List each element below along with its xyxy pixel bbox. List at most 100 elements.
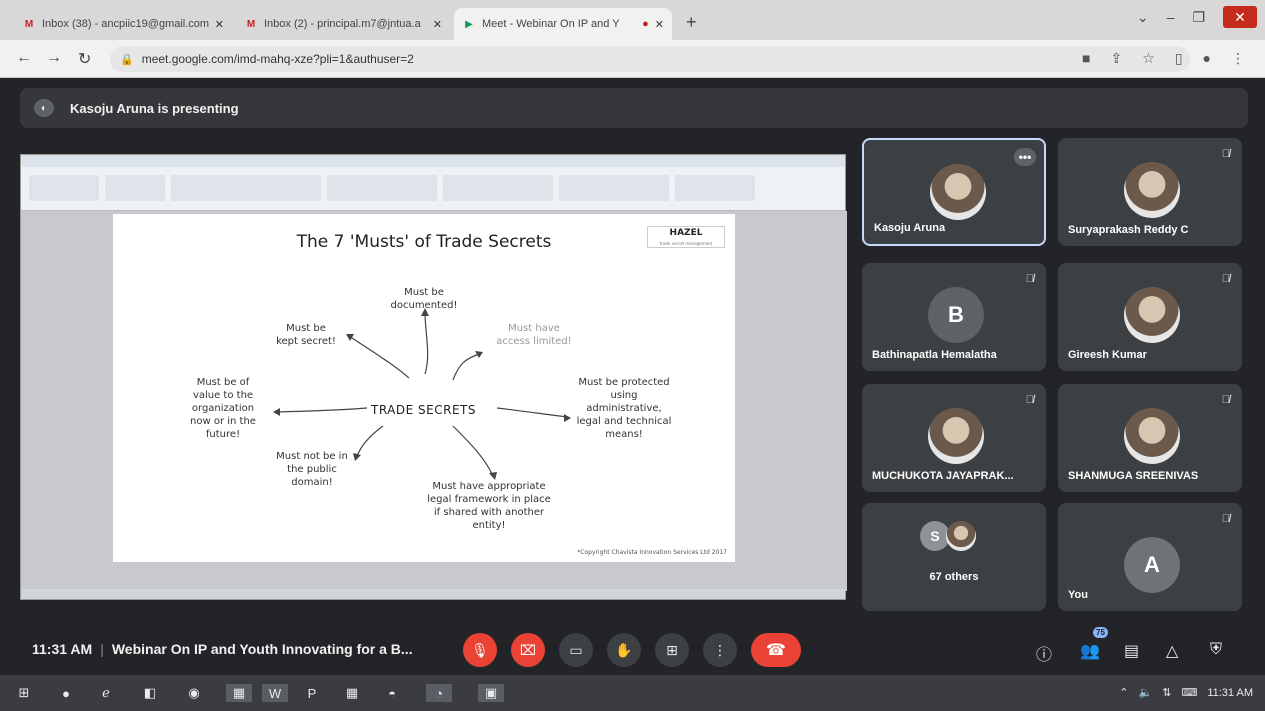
app-icon[interactable]: ▣: [478, 684, 504, 702]
raise-hand-button[interactable]: ✋: [607, 633, 641, 667]
participant-name: SHANMUGA SREENIVAS: [1068, 470, 1199, 482]
recording-dot-icon: ●: [642, 18, 649, 30]
address-bar: ← → ↻ 🔒 meet.google.com/imd-mahq-xze?pli…: [0, 40, 1265, 78]
participant-name: Kasoju Aruna: [874, 222, 946, 234]
search-icon[interactable]: ●: [56, 684, 76, 702]
restore-icon[interactable]: ❐: [1192, 9, 1205, 26]
app-icon[interactable]: ▦: [226, 684, 252, 702]
mic-off-icon: 🎙̸: [1221, 394, 1230, 406]
system-tray: ⌃ 🔈 ⇅ ⌨ 11:31 AM: [1119, 686, 1253, 700]
close-window-icon[interactable]: ✕: [1223, 6, 1257, 28]
forward-icon[interactable]: →: [46, 49, 62, 67]
participant-name: Bathinapatla Hemalatha: [872, 349, 997, 361]
chrome-icon[interactable]: ◉: [184, 684, 204, 702]
presenting-text: Kasoju Aruna is presenting: [70, 100, 239, 116]
slide-logo: HAZEL trade secret management: [647, 226, 725, 248]
start-icon[interactable]: ⊞: [14, 684, 34, 702]
participant-tile[interactable]: 🎙̸ Suryaprakash Reddy C: [1058, 138, 1242, 246]
slide-title: The 7 'Musts' of Trade Secrets: [296, 232, 552, 252]
gmail-icon: M: [246, 18, 256, 30]
participant-tile[interactable]: 🎙̸ MUCHUKOTA JAYAPRAK...: [862, 384, 1046, 492]
avatar: [1124, 287, 1180, 343]
participant-tile[interactable]: 🎙̸ SHANMUGA SREENIVAS: [1058, 384, 1242, 492]
participant-tile[interactable]: B 🎙̸ Bathinapatla Hemalatha: [862, 263, 1046, 371]
avatar: [1124, 162, 1180, 218]
new-tab-button[interactable]: +: [686, 12, 697, 33]
browser-tab-bar: M Inbox (38) - ancpiic19@gmail.com ✕ M I…: [0, 0, 1265, 40]
note-value: Must be of value to the organization now…: [190, 377, 256, 440]
meet-icon: ▶: [465, 18, 473, 30]
present-screen-button[interactable]: ⊞: [655, 633, 689, 667]
omnibox-actions: ■ ⇪ ☆ ▯ ● ⋮: [1082, 50, 1245, 67]
tray-chevron-icon[interactable]: ⌃: [1119, 686, 1128, 699]
mic-off-icon: 🎙̸: [1025, 273, 1034, 285]
explorer-icon[interactable]: ◧: [140, 684, 160, 702]
powerpoint-stage: The 7 'Musts' of Trade Secrets HAZEL trad…: [21, 211, 847, 591]
meeting-details-icon[interactable]: ⓘ: [1036, 641, 1052, 665]
participant-name: Suryaprakash Reddy C: [1068, 224, 1189, 236]
camera-indicator-icon[interactable]: ■: [1082, 50, 1090, 67]
participant-tile[interactable]: 🎙̸ Gireesh Kumar: [1058, 263, 1242, 371]
window-controls: ⌄ – ❐ ✕: [1137, 6, 1257, 28]
edge-icon[interactable]: ℯ: [96, 684, 116, 702]
avatar: [930, 164, 986, 220]
share-icon[interactable]: ⇪: [1111, 50, 1123, 67]
captions-button[interactable]: ▭: [559, 633, 593, 667]
mic-off-icon: 🎙̸: [1221, 273, 1230, 285]
minimize-icon[interactable]: –: [1167, 9, 1175, 25]
meeting-time: 11:31 AM: [32, 641, 93, 657]
participant-tile[interactable]: ••• Kasoju Aruna: [862, 138, 1046, 246]
leave-call-button[interactable]: ☎: [751, 633, 801, 667]
presenter-avatar-icon: ◐: [34, 99, 54, 117]
tab-gmail-inbox-2[interactable]: M Inbox (2) - principal.m7@jntua.a ✕: [236, 8, 450, 40]
chat-icon[interactable]: ▤: [1124, 641, 1139, 661]
mic-off-button[interactable]: 🎙: [463, 633, 497, 667]
tab-close-icon[interactable]: ✕: [215, 18, 224, 31]
app-icon[interactable]: ▦: [342, 684, 362, 702]
meet-window: ◐ Kasoju Aruna is presenting The 7 'Must…: [0, 78, 1265, 675]
more-options-icon[interactable]: •••: [1014, 148, 1036, 166]
meeting-info: 11:31 AM | Webinar On IP and Youth Innovat…: [32, 641, 413, 657]
back-icon[interactable]: ←: [16, 49, 32, 67]
avatar: [928, 408, 984, 464]
powerpoint-titlebar: [21, 155, 845, 167]
slide-copyright: *Copyright Chavista Innovation Services …: [577, 549, 727, 556]
self-tile[interactable]: A 🎙̸ You: [1058, 503, 1242, 611]
profile-avatar-icon[interactable]: ●: [1203, 50, 1211, 67]
tab-search-icon[interactable]: ⌄: [1137, 9, 1149, 26]
note-protected: Must be protected using administrative, …: [576, 377, 672, 440]
host-controls-icon[interactable]: ⛨: [1210, 641, 1222, 659]
activities-icon[interactable]: △: [1166, 641, 1178, 661]
tab-gmail-inbox-1[interactable]: M Inbox (38) - ancpiic19@gmail.com ✕: [14, 8, 232, 40]
url-input[interactable]: 🔒 meet.google.com/imd-mahq-xze?pli=1&aut…: [110, 46, 1190, 72]
participant-name: You: [1068, 589, 1088, 601]
slide: The 7 'Musts' of Trade Secrets HAZEL trad…: [113, 214, 735, 562]
gmail-icon: M: [24, 18, 34, 30]
app-icon[interactable]: ◔: [426, 684, 452, 702]
sidepanel-icon[interactable]: ▯: [1175, 50, 1183, 67]
camera-off-button[interactable]: ⌧: [511, 633, 545, 667]
word-icon[interactable]: W: [262, 684, 288, 702]
note-public-domain: Must not be in the public domain!: [276, 451, 348, 488]
note-legal-framework: Must have appropriate legal framework in…: [427, 481, 551, 531]
reload-icon[interactable]: ↻: [78, 49, 91, 69]
mic-off-icon: 🎙̸: [1221, 148, 1230, 160]
more-options-button[interactable]: ⋮: [703, 633, 737, 667]
tab-close-icon[interactable]: ✕: [655, 18, 664, 31]
powerpoint-icon[interactable]: P: [302, 684, 322, 702]
tab-close-icon[interactable]: ✕: [433, 18, 442, 31]
powerpoint-statusbar: [21, 589, 845, 599]
language-icon[interactable]: ⌨: [1181, 686, 1197, 699]
windows-taskbar: ⊞ ● ℯ ◧ ◉ ▦ W P ▦ ◓ ◔ ▣ ⌃ 🔈 ⇅ ⌨ 11:31 AM: [0, 675, 1265, 711]
mic-off-icon: 🎙̸: [1221, 513, 1230, 525]
volume-icon[interactable]: 🔈: [1139, 686, 1153, 699]
app-icon[interactable]: ◓: [382, 684, 402, 702]
menu-kebab-icon[interactable]: ⋮: [1231, 50, 1245, 67]
tab-title: Meet - Webinar On IP and Y: [482, 18, 620, 30]
people-icon[interactable]: 👥: [1080, 641, 1100, 661]
tab-meet[interactable]: ▶ Meet - Webinar On IP and Y ● ✕: [454, 8, 672, 40]
network-icon[interactable]: ⇅: [1162, 686, 1171, 699]
powerpoint-ribbon: [21, 167, 845, 211]
bookmark-star-icon[interactable]: ☆: [1142, 50, 1155, 67]
others-tile[interactable]: S 67 others: [862, 503, 1046, 611]
